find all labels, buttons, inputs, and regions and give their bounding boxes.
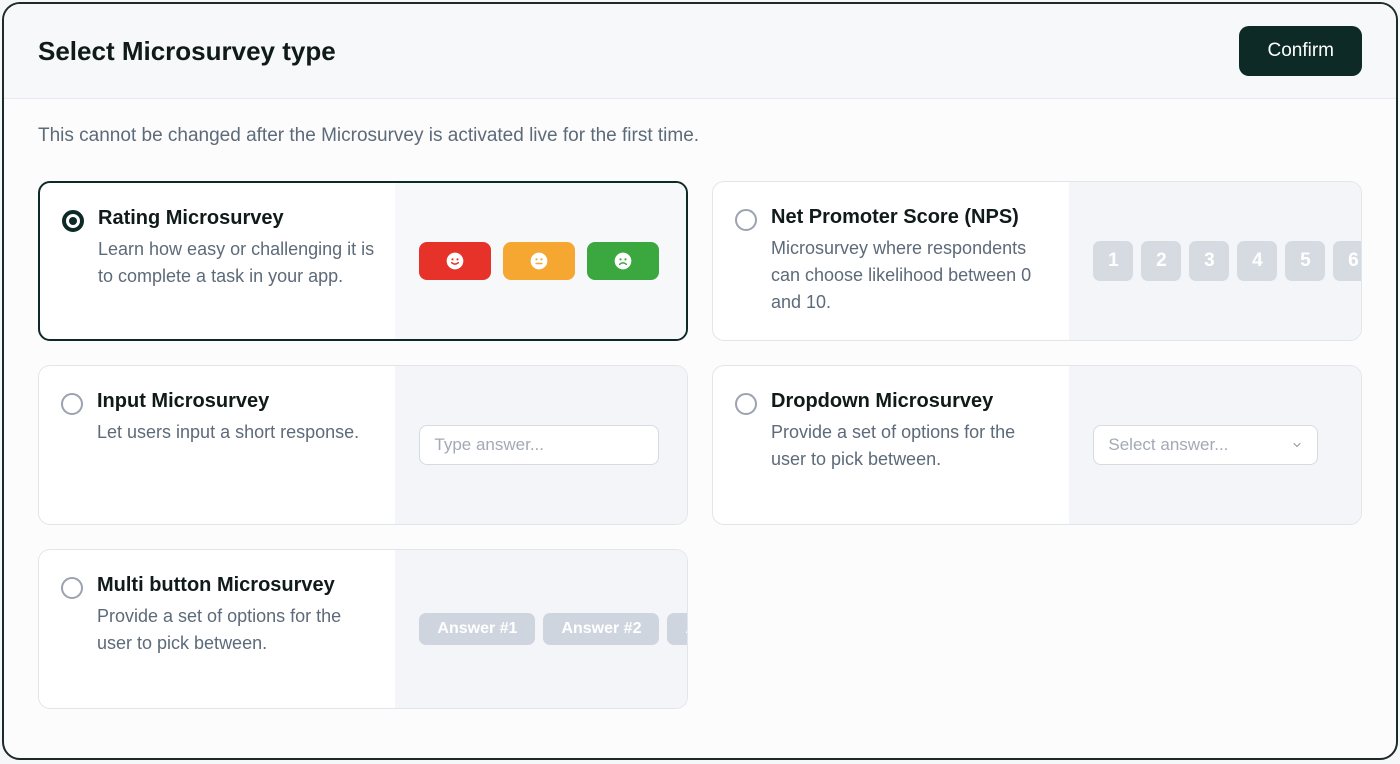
option-multi-title: Multi button Microsurvey <box>97 574 377 597</box>
answer-pill: An <box>667 613 687 645</box>
neutral-face-icon <box>529 251 549 271</box>
nps-number: 3 <box>1189 241 1229 281</box>
chevron-down-icon <box>1291 439 1303 451</box>
option-rating-description: Learn how easy or challenging it is to c… <box>98 236 377 290</box>
dropdown-placeholder: Select answer... <box>1108 435 1228 455</box>
option-rating-header: Rating Microsurvey Learn how easy or cha… <box>40 183 395 339</box>
answer-pill: Answer #2 <box>543 613 659 645</box>
option-multi-description: Provide a set of options for the user to… <box>97 603 377 657</box>
nps-number: 1 <box>1093 241 1133 281</box>
option-dropdown-text: Dropdown Microsurvey Provide a set of op… <box>771 390 1051 500</box>
option-nps-description: Microsurvey where respondents can choose… <box>771 235 1051 316</box>
option-rating-preview <box>395 183 686 339</box>
option-multi[interactable]: Multi button Microsurvey Provide a set o… <box>38 549 688 709</box>
options-grid: Rating Microsurvey Learn how easy or cha… <box>4 157 1396 743</box>
radio-dropdown[interactable] <box>735 393 757 415</box>
subtext: This cannot be changed after the Microsu… <box>4 99 1396 157</box>
answer-row: Answer #1 Answer #2 An <box>419 613 687 645</box>
emoji-sad-pill <box>587 242 659 280</box>
dialog-header: Select Microsurvey type Confirm <box>4 4 1396 99</box>
option-rating-text: Rating Microsurvey Learn how easy or cha… <box>98 207 377 315</box>
option-input-preview: Type answer... <box>395 366 687 524</box>
option-multi-text: Multi button Microsurvey Provide a set o… <box>97 574 377 684</box>
option-dropdown-description: Provide a set of options for the user to… <box>771 419 1051 473</box>
option-nps-preview: 1 2 3 4 5 6 7 <box>1069 182 1361 340</box>
option-dropdown-preview: Select answer... <box>1069 366 1361 524</box>
dropdown-preview-field: Select answer... <box>1093 425 1318 465</box>
option-nps-text: Net Promoter Score (NPS) Microsurvey whe… <box>771 206 1051 316</box>
emoji-happy-pill <box>419 242 491 280</box>
option-rating-title: Rating Microsurvey <box>98 207 377 230</box>
option-multi-header: Multi button Microsurvey Provide a set o… <box>39 550 395 708</box>
page-title: Select Microsurvey type <box>38 36 336 67</box>
option-multi-preview: Answer #1 Answer #2 An <box>395 550 687 708</box>
nps-number: 2 <box>1141 241 1181 281</box>
emoji-group <box>419 242 659 280</box>
answer-pill: Answer #1 <box>419 613 535 645</box>
option-input[interactable]: Input Microsurvey Let users input a shor… <box>38 365 688 525</box>
dialog-container: Select Microsurvey type Confirm This can… <box>2 2 1398 760</box>
option-nps-header: Net Promoter Score (NPS) Microsurvey whe… <box>713 182 1069 340</box>
option-input-text: Input Microsurvey Let users input a shor… <box>97 390 359 500</box>
option-nps-title: Net Promoter Score (NPS) <box>771 206 1051 229</box>
option-dropdown[interactable]: Dropdown Microsurvey Provide a set of op… <box>712 365 1362 525</box>
radio-nps[interactable] <box>735 209 757 231</box>
radio-multi[interactable] <box>61 577 83 599</box>
emoji-neutral-pill <box>503 242 575 280</box>
nps-number: 5 <box>1285 241 1325 281</box>
happy-face-icon <box>445 251 465 271</box>
option-nps[interactable]: Net Promoter Score (NPS) Microsurvey whe… <box>712 181 1362 341</box>
option-rating[interactable]: Rating Microsurvey Learn how easy or cha… <box>38 181 688 341</box>
option-dropdown-header: Dropdown Microsurvey Provide a set of op… <box>713 366 1069 524</box>
option-dropdown-title: Dropdown Microsurvey <box>771 390 1051 413</box>
input-preview-field: Type answer... <box>419 425 659 465</box>
option-input-title: Input Microsurvey <box>97 390 359 413</box>
nps-number: 6 <box>1333 241 1361 281</box>
option-input-description: Let users input a short response. <box>97 419 359 446</box>
confirm-button[interactable]: Confirm <box>1239 26 1362 76</box>
option-input-header: Input Microsurvey Let users input a shor… <box>39 366 395 524</box>
sad-face-icon <box>613 251 633 271</box>
nps-number-row: 1 2 3 4 5 6 7 <box>1093 241 1361 281</box>
nps-number: 4 <box>1237 241 1277 281</box>
radio-rating[interactable] <box>62 210 84 232</box>
radio-input[interactable] <box>61 393 83 415</box>
